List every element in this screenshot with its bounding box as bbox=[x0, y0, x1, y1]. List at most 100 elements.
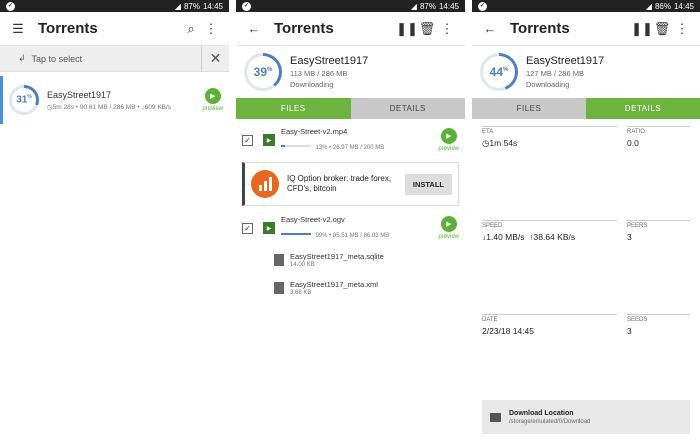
app-bar: ← Torrents ❚❚ 🗑 ⋮ bbox=[236, 12, 465, 46]
tab-details[interactable]: DETAILS bbox=[586, 98, 700, 119]
torrent-header: 44% EasyStreet1917 127 MB / 286 MB Downl… bbox=[472, 46, 700, 98]
file-name: EasyStreet1917_meta.xml bbox=[290, 280, 378, 289]
document-icon bbox=[274, 254, 284, 266]
location-path: /storage/emulated/0/Download bbox=[509, 418, 591, 425]
video-file-icon: ▶ bbox=[263, 134, 275, 146]
app-bar: ☰ Torrents ⌕ ⋮ bbox=[0, 12, 229, 46]
progress-ring: 39% bbox=[244, 53, 282, 91]
document-icon bbox=[274, 282, 284, 294]
tab-details[interactable]: DETAILS bbox=[350, 98, 465, 119]
app-status-icon: ✓ bbox=[6, 1, 15, 11]
torrent-files-screen: ✓ ◢ 87% 14:45 ← Torrents ❚❚ 🗑 ⋮ 39% EasySt… bbox=[236, 0, 465, 442]
file-row[interactable]: EasyStreet1917_meta.sqlite 14.00 KB bbox=[236, 246, 465, 274]
file-checkbox[interactable]: ✓ bbox=[242, 222, 253, 234]
progress-percent: 39% bbox=[253, 65, 273, 79]
install-button[interactable]: INSTALL bbox=[404, 173, 452, 195]
speed-label: SPEED bbox=[482, 223, 503, 229]
app-status-icon: ✓ bbox=[242, 1, 251, 11]
date-value: 2/23/18 14:45 bbox=[482, 326, 534, 336]
peers-value: 3 bbox=[627, 232, 632, 242]
seeds-label: SEEDS bbox=[627, 317, 648, 323]
pause-icon[interactable]: ❚❚ bbox=[631, 19, 653, 39]
file-meta: 13% • 26.97 MB / 200 MB bbox=[315, 144, 385, 151]
file-meta: 99% • 85.51 MB / 86.03 MB bbox=[315, 232, 390, 239]
progress-percent: 31% bbox=[16, 94, 32, 106]
download-location[interactable]: Download Location /storage/emulated/0/Do… bbox=[482, 400, 690, 434]
battery-level: 87% bbox=[419, 1, 436, 11]
more-icon[interactable]: ⋮ bbox=[672, 19, 692, 39]
back-icon[interactable]: ← bbox=[244, 19, 264, 39]
signal-icon: ◢ bbox=[645, 1, 652, 11]
status-time: 14:45 bbox=[202, 1, 223, 11]
torrent-size: 113 MB / 286 MB bbox=[290, 69, 348, 78]
status-bar: ✓ ◢ 87% 14:45 bbox=[236, 0, 465, 12]
status-time: 14:45 bbox=[673, 1, 694, 11]
file-meta: 3.68 KB bbox=[290, 290, 312, 296]
torrent-item[interactable]: 31% EasyStreet1917 ◷5m 28s • 90.61 MB / … bbox=[0, 76, 229, 124]
status-time: 14:45 bbox=[438, 1, 459, 11]
progress-percent: 44% bbox=[489, 65, 509, 79]
more-icon[interactable]: ⋮ bbox=[437, 19, 457, 39]
tap-to-select[interactable]: ↲ Tap to select bbox=[0, 53, 201, 64]
tab-files[interactable]: FILES bbox=[472, 98, 586, 119]
page-title: Torrents bbox=[274, 20, 334, 37]
video-file-icon: ▶ bbox=[263, 222, 275, 234]
ratio-label: RATIO bbox=[627, 129, 645, 135]
torrent-name: EasyStreet1917 bbox=[526, 55, 605, 67]
battery-level: 86% bbox=[654, 1, 671, 11]
preview-button[interactable]: ▶ preview bbox=[438, 216, 459, 240]
file-meta: 14.00 KB bbox=[290, 262, 315, 268]
eta-label: ETA bbox=[482, 129, 494, 135]
preview-label: preview bbox=[438, 234, 459, 240]
preview-label: preview bbox=[202, 106, 223, 112]
progress-ring: 31% bbox=[9, 85, 39, 115]
file-name: EasyStreet1917_meta.sqlite bbox=[290, 252, 384, 261]
more-icon[interactable]: ⋮ bbox=[201, 19, 221, 39]
torrent-list-screen: ✓ ◢ 87% 14:45 ☰ Torrents ⌕ ⋮ ↲ Tap to selec… bbox=[0, 0, 229, 442]
search-icon[interactable]: ⌕ bbox=[181, 19, 201, 39]
status-bar: ✓ ◢ 86% 14:45 bbox=[472, 0, 700, 12]
back-icon[interactable]: ← bbox=[480, 19, 500, 39]
delete-icon[interactable]: 🗑 bbox=[417, 19, 437, 39]
signal-icon: ◢ bbox=[174, 1, 181, 11]
play-icon: ▶ bbox=[440, 128, 457, 144]
eta-value: ◷1m 54s bbox=[482, 138, 518, 148]
location-title: Download Location bbox=[509, 409, 574, 417]
pause-icon[interactable]: ❚❚ bbox=[396, 19, 418, 39]
file-row[interactable]: ✓ ▶ Easy-Street-v2.ogv 99% • 85.51 MB / … bbox=[236, 210, 465, 246]
file-row[interactable]: ✓ ▶ Easy-Street-v2.mp4 13% • 26.97 MB / … bbox=[236, 122, 465, 158]
preview-button[interactable]: ▶ preview bbox=[438, 128, 459, 152]
file-checkbox[interactable]: ✓ bbox=[242, 134, 253, 146]
file-progress-bar bbox=[281, 144, 311, 147]
tab-bar: FILES DETAILS bbox=[472, 98, 700, 119]
file-progress-bar bbox=[281, 232, 311, 235]
torrent-name: EasyStreet1917 bbox=[47, 89, 112, 100]
folder-icon bbox=[490, 412, 501, 422]
seeds-value: 3 bbox=[627, 326, 632, 336]
tab-bar: FILES DETAILS bbox=[236, 98, 465, 119]
close-icon[interactable]: ✕ bbox=[201, 45, 229, 72]
date-label: DATE bbox=[482, 317, 498, 323]
speed-value: ↓1.40 MB/s ↑38.64 KB/s bbox=[482, 232, 576, 242]
page-title: Torrents bbox=[510, 20, 570, 37]
file-name: Easy-Street-v2.ogv bbox=[281, 214, 345, 224]
ad-text: IQ Option broker: trade forex, CFD's, bi… bbox=[287, 174, 392, 193]
torrent-state: Downloading bbox=[290, 80, 334, 89]
progress-ring: 44% bbox=[480, 53, 518, 91]
selection-bar: ↲ Tap to select ✕ bbox=[0, 45, 229, 72]
ad-banner[interactable]: IQ Option broker: trade forex, CFD's, bi… bbox=[242, 162, 459, 206]
file-name: Easy-Street-v2.mp4 bbox=[281, 126, 348, 136]
play-icon: ▶ bbox=[440, 216, 457, 232]
select-arrow-icon: ↲ bbox=[18, 53, 26, 63]
tab-files[interactable]: FILES bbox=[236, 98, 351, 119]
delete-icon[interactable]: 🗑 bbox=[652, 19, 672, 39]
file-row[interactable]: EasyStreet1917_meta.xml 3.68 KB bbox=[236, 274, 465, 302]
preview-button[interactable]: ▶ preview bbox=[202, 88, 223, 112]
select-label: Tap to select bbox=[31, 53, 83, 64]
peers-label: PEERS bbox=[627, 223, 648, 229]
page-title: Torrents bbox=[38, 20, 98, 37]
play-icon: ▶ bbox=[204, 88, 221, 104]
menu-icon[interactable]: ☰ bbox=[8, 19, 28, 39]
torrent-size: 127 MB / 286 MB bbox=[526, 69, 584, 78]
torrent-state: Downloading bbox=[526, 80, 570, 89]
